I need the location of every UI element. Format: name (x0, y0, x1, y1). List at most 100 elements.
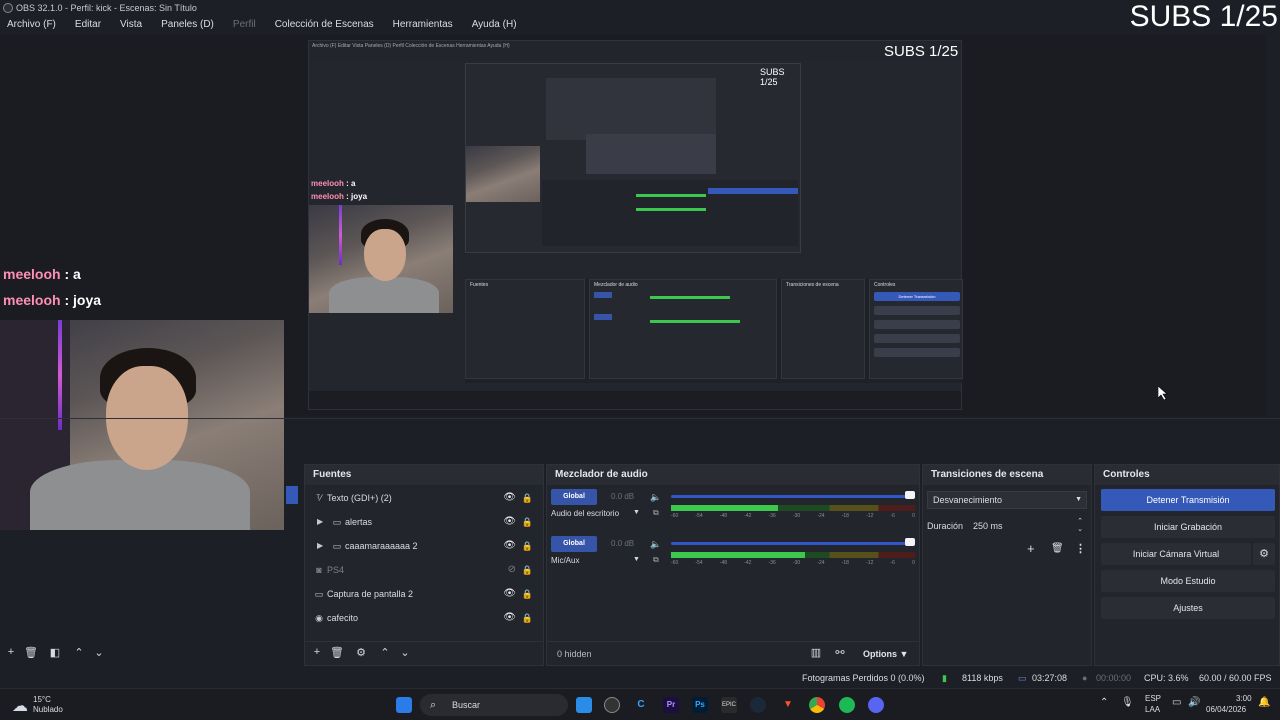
eye-hidden-icon[interactable]: ⊘ (508, 559, 516, 581)
remove-transition-icon[interactable]: 🗑 (1051, 543, 1064, 554)
move-down-icon[interactable]: ⌄ (92, 646, 106, 659)
file-explorer-icon[interactable] (576, 697, 592, 713)
transitions-title: Transiciones de escena (923, 465, 1091, 485)
menu-coleccion-escenas[interactable]: Colección de Escenas (275, 16, 374, 34)
chrome-icon[interactable] (809, 697, 825, 713)
mini-mixer-dock: Mezclador de audio (589, 279, 777, 379)
network-icon[interactable]: ▭ (1172, 697, 1181, 708)
mini-controls-dock: Controles Detener Transmisión (869, 279, 963, 379)
obs-app-icon[interactable] (604, 697, 620, 713)
lock-icon[interactable]: 🔒 (522, 511, 533, 533)
notification-icon[interactable]: 🔔 (1258, 697, 1270, 708)
volume-slider[interactable] (671, 542, 915, 545)
gear-icon[interactable]: ⚙ (1253, 543, 1275, 565)
move-up-icon[interactable]: ⌃ (378, 646, 392, 659)
gear-icon[interactable]: ⚙ (354, 646, 368, 659)
source-row[interactable]: ▭ Captura de pantalla 2 👁 🔒 (305, 583, 543, 605)
source-row[interactable]: ᵀ⁄ Texto (GDI+) (2) 👁 🔒 (305, 487, 543, 509)
clock-date[interactable]: 06/04/2026 (1206, 705, 1246, 714)
stop-stream-button[interactable]: Detener Transmisión (1101, 489, 1275, 511)
spinner-icon[interactable]: ⌃ ⌄ (1077, 518, 1083, 534)
clock-time[interactable]: 3:00 (1236, 694, 1252, 703)
premiere-icon[interactable]: Pr (663, 697, 679, 713)
menu-vista[interactable]: Vista (120, 16, 142, 34)
taskbar-search[interactable]: ⌕ Buscar (420, 694, 568, 716)
menu-ayuda[interactable]: Ayuda (H) (472, 16, 517, 34)
menu-herramientas[interactable]: Herramientas (393, 16, 453, 34)
move-down-icon[interactable]: ⌄ (398, 646, 412, 659)
source-row[interactable]: ▶ ▭ caaamaraaaaaa 2 👁 🔒 (305, 535, 543, 557)
lock-icon[interactable]: 🔒 (522, 559, 533, 581)
photoshop-icon[interactable]: Ps (692, 697, 708, 713)
microphone-icon[interactable]: 🎙 (1121, 697, 1134, 708)
eye-icon[interactable]: 👁 (503, 583, 516, 605)
program-preview[interactable]: meelooh : a meelooh : joya Archivo (F) E… (0, 34, 1266, 530)
studio-mode-button[interactable]: Modo Estudio (1101, 570, 1275, 592)
audio-settings-icon[interactable]: ⧉ (653, 508, 659, 518)
source-row[interactable]: ◉ cafecito 👁 🔒 (305, 607, 543, 629)
duration-field[interactable]: 250 ms ⌃ ⌄ (967, 517, 1087, 535)
volume-knob[interactable] (905, 538, 915, 546)
meter-tick: -36 (768, 513, 776, 519)
chevron-right-icon[interactable]: ▶ (317, 511, 323, 533)
source-row[interactable]: ▶ ▭ alertas 👁 🔒 (305, 511, 543, 533)
menu-perfil[interactable]: Perfil (233, 16, 256, 34)
menu-archivo[interactable]: Archivo (F) (7, 16, 56, 34)
steam-icon[interactable] (750, 697, 766, 713)
discord-icon[interactable] (868, 697, 884, 713)
add-scene-icon[interactable]: + (4, 646, 18, 658)
menu-paneles[interactable]: Paneles (D) (161, 16, 214, 34)
mini-docks: Fuentes Mezclador de audio Transiciones … (465, 279, 963, 383)
sources-title: Fuentes (305, 465, 543, 485)
chevron-right-icon[interactable]: ▶ (317, 535, 323, 557)
spotify-icon[interactable] (839, 697, 855, 713)
speaker-icon[interactable]: 🔈 (650, 536, 661, 552)
audio-settings-icon[interactable]: ⧉ (653, 555, 659, 565)
lock-icon[interactable]: 🔒 (522, 583, 533, 605)
link-icon[interactable]: ⚯ (833, 646, 847, 659)
transition-select[interactable]: Desvanecimiento ▼ (927, 491, 1087, 509)
add-source-icon[interactable]: + (310, 646, 324, 658)
eye-icon[interactable]: 👁 (503, 487, 516, 509)
eye-icon[interactable]: 👁 (503, 511, 516, 533)
chevron-up-icon[interactable]: ⌃ (1100, 697, 1108, 708)
edge-icon[interactable]: C (633, 697, 649, 713)
remove-scene-icon[interactable]: 🗑 (24, 646, 38, 659)
filter-scene-icon[interactable]: ◧ (48, 646, 62, 659)
folder-icon: ▭ (332, 541, 342, 551)
menu-editar[interactable]: Editar (75, 16, 101, 34)
settings-button[interactable]: Ajustes (1101, 597, 1275, 619)
volume-icon[interactable]: 🔊 (1188, 697, 1200, 708)
keyboard-layout[interactable]: LAA (1145, 705, 1160, 714)
source-row[interactable]: ◙ PS4 ⊘ 🔒 (305, 559, 543, 581)
options-menu[interactable]: Options ▼ (863, 642, 908, 666)
lock-icon[interactable]: 🔒 (522, 535, 533, 557)
volume-slider[interactable] (671, 495, 915, 498)
chat-text: a (73, 266, 81, 282)
add-transition-icon[interactable]: + (1027, 541, 1035, 556)
move-up-icon[interactable]: ⌃ (72, 646, 86, 659)
eye-icon[interactable]: 👁 (503, 535, 516, 557)
windows-start-icon[interactable] (396, 697, 412, 713)
global-button[interactable]: Global (551, 536, 597, 552)
brave-icon[interactable]: ▼ (780, 697, 796, 713)
chevron-down-icon[interactable]: ▼ (633, 509, 640, 516)
lock-icon[interactable]: 🔒 (522, 607, 533, 629)
remove-source-icon[interactable]: 🗑 (330, 646, 344, 659)
volume-knob[interactable] (905, 491, 915, 499)
meter-tick: -36 (768, 560, 776, 566)
options-label: Options (863, 649, 897, 659)
epic-games-icon[interactable]: EPIC (721, 697, 737, 713)
lock-icon[interactable]: 🔒 (522, 487, 533, 509)
mini-chat-text: joya (351, 192, 368, 201)
obs-logo-icon (3, 3, 13, 13)
language-indicator[interactable]: ESP (1145, 694, 1161, 703)
speaker-icon[interactable]: 🔈 (650, 489, 661, 505)
global-button[interactable]: Global (551, 489, 597, 505)
virtual-camera-button[interactable]: Iniciar Cámara Virtual (1101, 543, 1251, 565)
start-recording-button[interactable]: Iniciar Grabación (1101, 516, 1275, 538)
eye-icon[interactable]: 👁 (503, 607, 516, 629)
chevron-down-icon[interactable]: ▼ (633, 556, 640, 563)
layout-icon[interactable]: ▥ (809, 646, 823, 659)
more-options-icon[interactable]: ⋮ (1075, 542, 1086, 555)
